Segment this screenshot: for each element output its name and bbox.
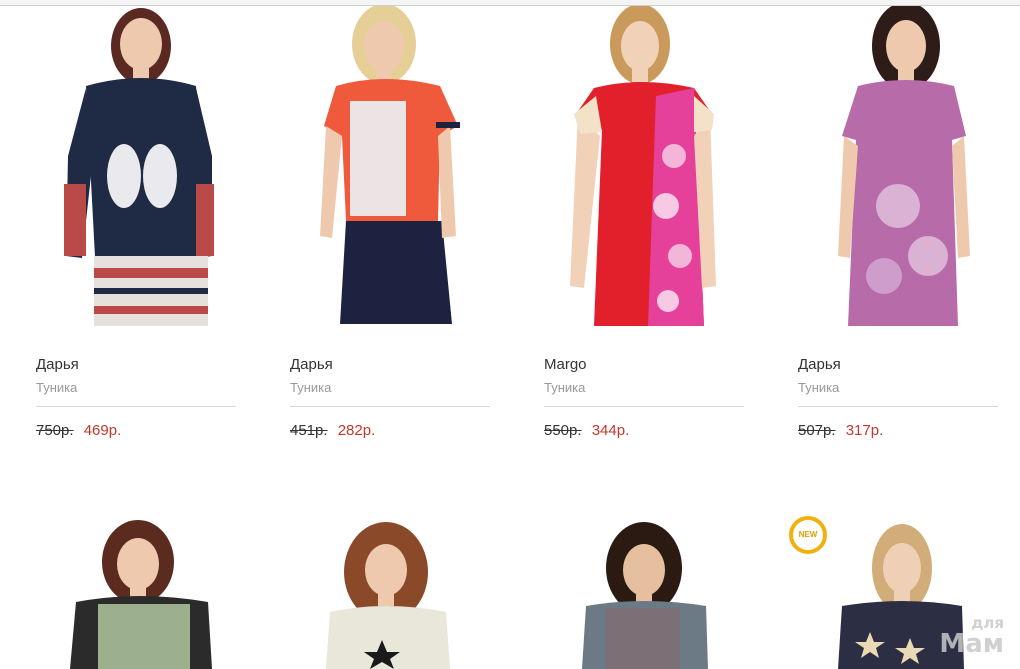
product-card[interactable]: Margo Туника 550р. 344р. <box>544 6 780 439</box>
product-brand[interactable]: Дарья <box>290 356 333 373</box>
product-type: Туника <box>544 380 586 395</box>
product-photo[interactable] <box>36 6 272 336</box>
sale-price: 469р. <box>83 422 122 439</box>
product-brand[interactable]: Margo <box>544 356 587 373</box>
divider <box>290 406 490 407</box>
old-price: 507р. <box>798 422 836 439</box>
product-type: Туника <box>290 380 332 395</box>
product-type: Туника <box>798 380 840 395</box>
sale-price: 317р. <box>845 422 884 439</box>
old-price: 451р. <box>290 422 328 439</box>
product-card[interactable]: Дарья Туника 451р. 282р. <box>290 6 526 439</box>
product-photo[interactable] <box>798 6 1020 336</box>
product-brand[interactable]: Дарья <box>36 356 79 373</box>
product-card[interactable]: Дарья Туника 750р. 469р. <box>36 6 272 439</box>
old-price: 550р. <box>544 422 582 439</box>
product-card[interactable] <box>544 512 780 669</box>
product-photo[interactable] <box>290 512 526 669</box>
price-row: 451р. 282р. <box>290 422 375 439</box>
watermark-line-2: Мам <box>939 629 1004 659</box>
old-price: 750р. <box>36 422 74 439</box>
product-photo[interactable] <box>36 512 272 669</box>
sale-price: 282р. <box>337 422 376 439</box>
product-photo[interactable] <box>290 6 526 336</box>
site-watermark: для Мам <box>939 616 1004 659</box>
product-photo[interactable] <box>544 6 780 336</box>
new-badge: NEW <box>789 516 827 554</box>
divider <box>36 406 236 407</box>
product-card[interactable] <box>290 512 526 669</box>
price-row: 550р. 344р. <box>544 422 629 439</box>
divider <box>544 406 744 407</box>
divider <box>798 406 998 407</box>
price-row: 750р. 469р. <box>36 422 121 439</box>
product-photo[interactable] <box>544 512 780 669</box>
price-row: 507р. 317р. <box>798 422 883 439</box>
product-type: Туника <box>36 380 78 395</box>
product-brand[interactable]: Дарья <box>798 356 841 373</box>
sale-price: 344р. <box>591 422 630 439</box>
product-card[interactable]: Дарья Туника 507р. 317р. <box>798 6 1020 439</box>
product-card[interactable] <box>36 512 272 669</box>
